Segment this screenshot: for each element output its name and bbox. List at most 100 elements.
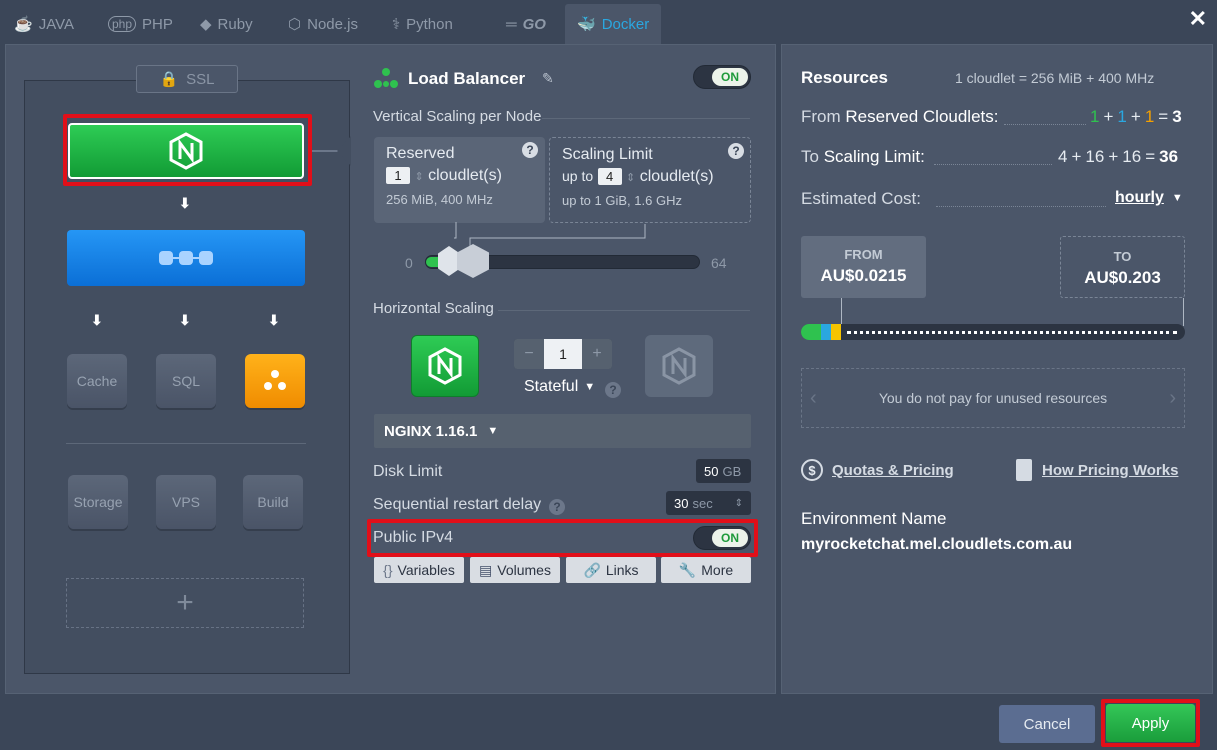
stepper-icon[interactable]: ⇕ [414,171,423,183]
chevron-right-icon[interactable]: › [1169,387,1176,410]
storage-tile[interactable]: Storage [68,475,128,529]
divider [66,443,306,444]
help-icon[interactable]: ? [728,143,744,159]
lock-icon: 🔒 [159,71,179,88]
cost-bar [801,324,1185,340]
arrow-down-icon: ⬇ [179,195,191,211]
nodejs-icon: ⬡ [288,16,302,33]
reserved-cloudlets-label: From Reserved Cloudlets: [801,107,999,126]
price-connector [841,298,842,326]
link-icon: 🔗 [583,561,601,578]
help-icon[interactable]: ? [549,499,565,515]
ghost-node[interactable] [645,335,713,397]
add-node-button[interactable]: + [66,578,304,628]
nginx-icon [428,347,462,385]
ipv4-label: Public IPv4 [373,529,454,546]
volumes-button[interactable]: ▤ Volumes [470,557,560,583]
disk-limit-label: Disk Limit [373,463,443,480]
nosql-tile[interactable] [245,354,305,408]
node-title: Load Balancer [408,69,526,88]
from-price: FROM AU$0.0215 [801,236,926,298]
reserved-input[interactable]: 1 [386,167,410,184]
limit-card: Scaling Limit up to 4 ⇕ cloudlet(s) up t… [549,137,751,223]
cancel-button[interactable]: Cancel [999,705,1095,743]
volume-icon: ▤ [479,561,493,578]
python-icon: ⚕ [392,16,401,33]
tab-ruby[interactable]: ◆ Ruby [200,8,253,40]
env-name-value: myrocketchat.mel.cloudlets.com.au [801,536,1073,553]
tab-go[interactable]: ═ GO [506,8,546,40]
php-icon: php [108,16,137,32]
tab-php[interactable]: php PHP [108,8,173,40]
reserved-card: Reserved 1 ⇕ cloudlet(s) 256 MiB, 400 MH… [374,137,545,223]
braces-icon: {} [383,562,393,578]
divider [542,118,750,119]
tab-python[interactable]: ⚕ Python [392,8,453,40]
app-server-node[interactable] [67,230,305,286]
build-tile[interactable]: Build [243,475,303,529]
limit-input[interactable]: 4 [597,168,622,185]
disk-limit-input[interactable]: 50 GB [696,459,751,483]
caret-down-icon: ▼ [584,381,596,393]
notice-carousel: ‹ You do not pay for unused resources › [801,368,1185,428]
cost-period-dropdown[interactable]: hourly ▼ [1115,189,1183,207]
tab-bar: ☕ JAVA php PHP ◆ Ruby ⬡ Node.js ⚕ Python ═ GO … [0,0,1217,44]
mode-dropdown[interactable]: Stateful ▼ [524,378,595,396]
horizontal-scaling-label: Horizontal Scaling [373,300,494,317]
to-price: TO AU$0.203 [1060,236,1185,298]
node-count-stepper: − 1 + [514,339,612,369]
links-button[interactable]: 🔗 Links [566,557,656,583]
how-pricing-works-link[interactable]: How Pricing Works [1042,462,1178,479]
vertical-scaling-label: Vertical Scaling per Node [373,108,542,125]
tab-nodejs[interactable]: ⬡ Node.js [288,8,358,40]
help-icon[interactable]: ? [605,382,621,398]
more-button[interactable]: 🔧 More [661,557,751,583]
edit-icon[interactable]: ✎ [542,70,554,87]
resources-title: Resources [801,68,888,87]
stepper-icon[interactable]: ⇕ [735,498,743,509]
version-dropdown[interactable]: NGINX 1.16.1 ▼ [374,414,751,448]
nginx-icon [662,347,696,385]
cache-tile[interactable]: Cache [67,354,127,408]
limit-total: 4 +16 +16 = 36 [1058,147,1179,166]
ruby-icon: ◆ [200,16,212,33]
env-name-label: Environment Name [801,509,947,528]
sql-tile[interactable]: SQL [156,354,216,408]
go-icon: ═ [506,15,517,33]
tab-docker[interactable]: 🐳 Docker [565,4,662,44]
increment-button[interactable]: + [582,339,612,369]
price-connector [1183,298,1184,326]
ssl-toggle[interactable]: 🔒 SSL [136,65,238,93]
vps-tile[interactable]: VPS [156,475,216,529]
variables-button[interactable]: {} Variables [374,557,464,583]
quotas-pricing-link[interactable]: Quotas & Pricing [832,462,954,479]
help-icon[interactable]: ? [522,142,538,158]
decrement-button[interactable]: − [514,339,544,369]
java-icon: ☕ [14,16,33,33]
docker-icon: 🐳 [577,16,596,33]
close-icon[interactable]: ✕ [1189,6,1207,32]
tab-java[interactable]: ☕ JAVA [14,8,74,40]
nginx-icon [169,132,203,170]
stepper-icon[interactable]: ⇕ [626,172,635,184]
divider [498,310,750,311]
restart-delay-input[interactable]: 30 sec ⇕ [666,491,751,515]
caret-down-icon: ▼ [487,425,499,437]
arrow-down-icon: ⬇ [179,312,191,328]
reserved-total: 1 +1 +1 = 3 [1090,107,1182,126]
node-toggle[interactable]: ON [693,65,751,89]
apply-button[interactable]: Apply [1106,704,1195,742]
node-count[interactable]: 1 [544,339,582,369]
slider-max: 64 [711,255,727,271]
chevron-left-icon[interactable]: ‹ [810,387,817,410]
nginx-node[interactable] [411,335,479,397]
load-balancer-node[interactable] [68,123,304,179]
caret-down-icon: ▼ [1171,192,1183,204]
cluster-icon [159,251,213,265]
cloudlet-definition: 1 cloudlet = 256 MiB + 400 MHz [955,70,1155,86]
balancer-icon [373,66,399,95]
slider-min: 0 [405,255,413,271]
connector-line [312,150,338,152]
ipv4-toggle[interactable]: ON [693,526,751,550]
dotted-leader [934,164,1052,165]
